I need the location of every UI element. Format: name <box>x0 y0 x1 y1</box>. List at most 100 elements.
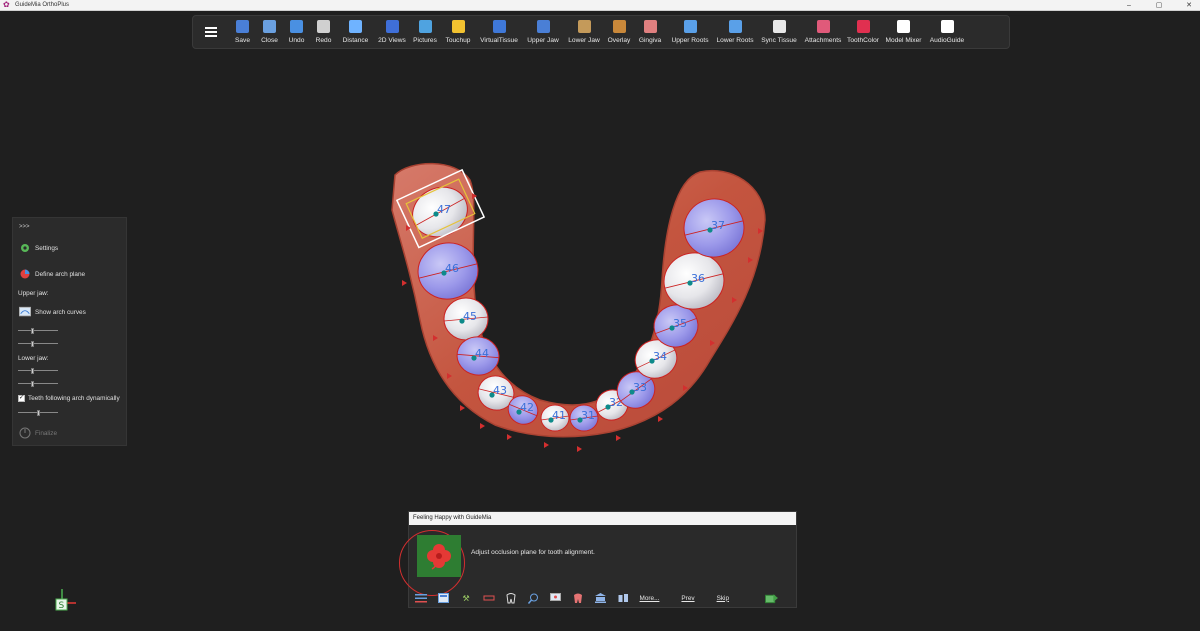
guide-dialog: Feeling Happy with GuideMia Adjust occlu… <box>399 511 797 608</box>
teeth-following-slider[interactable] <box>18 410 58 416</box>
tool-label: AudioGuide <box>929 37 965 44</box>
tool-overlay-button[interactable]: Overlay <box>604 16 634 48</box>
slider-knob[interactable] <box>36 410 40 416</box>
tool-attachments-button[interactable]: Attachments <box>802 16 844 48</box>
clover-image <box>417 535 461 577</box>
tooth-color-icon <box>856 20 870 33</box>
tooth-number-label: 37 <box>711 219 725 232</box>
tool-label: Touchup <box>445 37 471 44</box>
clover-icon <box>427 544 451 570</box>
virtual-tissue-icon <box>492 20 506 33</box>
tools-icon[interactable]: ⚒ <box>460 593 472 604</box>
next-step-icon[interactable] <box>765 593 778 604</box>
tool-virtualtissue-button[interactable]: VirtualTissue <box>476 16 522 48</box>
tooth-number-label: 41 <box>552 409 566 422</box>
expand-panel-button[interactable]: >>> <box>19 224 30 230</box>
tool-label: Lower Roots <box>716 37 754 44</box>
tool-upper-jaw-button[interactable]: Upper Jaw <box>522 16 564 48</box>
tooth-41[interactable]: 41 <box>540 404 570 432</box>
lower-jaw-slider-2[interactable] <box>18 381 58 387</box>
tool-label: Pictures <box>413 37 437 44</box>
search-tooth-icon[interactable] <box>527 593 539 604</box>
tool-undo-button[interactable]: Undo <box>283 16 310 48</box>
tool-pictures-button[interactable]: Pictures <box>410 16 440 48</box>
show-arch-curves-button[interactable]: Show arch curves <box>19 306 86 318</box>
presentation-icon[interactable] <box>550 593 562 604</box>
tool-model-mixer-button[interactable]: Model Mixer <box>882 16 925 48</box>
axis-gizmo-icon: S <box>55 589 76 611</box>
arch-bar-icon[interactable] <box>482 593 495 604</box>
tool-audioguide-button[interactable]: AudioGuide <box>925 16 969 48</box>
institution-icon[interactable] <box>595 593 607 604</box>
tool-sync-tissue-button[interactable]: Sync Tissue <box>756 16 802 48</box>
tool-save-button[interactable]: Save <box>229 16 256 48</box>
upper-jaw-label: Upper jaw: <box>18 290 49 297</box>
tool-label: Attachments <box>804 37 842 44</box>
pictures-icon <box>418 20 432 33</box>
tool-label: Distance <box>342 37 369 44</box>
teeth-following-checkbox[interactable]: ✓ Teeth following arch dynamically <box>18 395 120 402</box>
tooth-45[interactable]: 45 <box>443 297 489 341</box>
arch-curves-icon <box>19 306 31 318</box>
slider-knob[interactable] <box>30 328 34 334</box>
tool-label: Model Mixer <box>885 37 922 44</box>
tool-toothcolor-button[interactable]: ToothColor <box>844 16 882 48</box>
tool-close-button[interactable]: Close <box>256 16 283 48</box>
tooth-number-label: 34 <box>653 350 667 363</box>
tooth-red-icon[interactable] <box>572 593 584 604</box>
tool-label: Upper Roots <box>671 37 709 44</box>
tool-label: Overlay <box>607 37 631 44</box>
gear-icon <box>19 242 31 254</box>
upper-roots-icon <box>683 20 697 33</box>
tool-2d-views-button[interactable]: 2D Views <box>374 16 410 48</box>
tooth-number-label: 36 <box>691 272 705 285</box>
tool-label: 2D Views <box>378 37 406 44</box>
more-link[interactable]: More... <box>640 595 660 602</box>
cube-icon <box>897 20 910 33</box>
slider-knob[interactable] <box>30 341 34 347</box>
tool-touchup-button[interactable]: Touchup <box>440 16 476 48</box>
save-icon <box>236 20 249 33</box>
tool-redo-button[interactable]: Redo <box>310 16 337 48</box>
show-arch-curves-label: Show arch curves <box>35 308 86 316</box>
checkbox-icon[interactable]: ✓ <box>18 395 25 402</box>
upper-jaw-slider-2[interactable] <box>18 341 58 347</box>
tool-lower-jaw-button[interactable]: Lower Jaw <box>564 16 604 48</box>
slider-knob[interactable] <box>30 368 34 374</box>
teeth-following-label: Teeth following arch dynamically <box>28 395 120 402</box>
minimize-icon[interactable]: – <box>1124 0 1134 11</box>
tool-label: Sync Tissue <box>761 37 797 44</box>
tooth-icon[interactable] <box>505 592 517 604</box>
models-icon[interactable] <box>617 593 629 604</box>
hamburger-menu-button[interactable] <box>193 16 229 48</box>
window-title: GuideMia OrthoPlus <box>15 1 70 8</box>
close-window-icon[interactable]: ✕ <box>1184 0 1194 11</box>
power-icon <box>19 427 31 439</box>
finalize-label: Finalize <box>35 429 58 437</box>
ruler-icon <box>349 20 362 33</box>
tool-lower-roots-button[interactable]: Lower Roots <box>714 16 756 48</box>
define-arch-plane-button[interactable]: Define arch plane <box>19 268 85 280</box>
dialog-message: Adjust occlusion plane for tooth alignme… <box>471 549 595 556</box>
attachments-icon <box>816 20 830 33</box>
tool-distance-button[interactable]: Distance <box>337 16 374 48</box>
finalize-button[interactable]: Finalize <box>19 427 57 439</box>
tooth-31[interactable]: 31 <box>569 404 599 432</box>
tool-label: Gingiva <box>638 37 662 44</box>
settings-button[interactable]: Settings <box>19 242 58 254</box>
slider-knob[interactable] <box>30 381 34 387</box>
upper-jaw-slider-1[interactable] <box>18 328 58 334</box>
skip-link[interactable]: Skip <box>717 595 729 602</box>
list-icon[interactable] <box>415 593 428 604</box>
toolbar-tools: Save Close Undo Redo Distance 2D Views Picture… <box>229 16 1009 48</box>
prev-link[interactable]: Prev <box>681 595 694 602</box>
tool-label: Redo <box>315 37 332 44</box>
app-logo-icon: ✿ <box>3 0 10 9</box>
tool-gingiva-button[interactable]: Gingiva <box>634 16 666 48</box>
tool-upper-roots-button[interactable]: Upper Roots <box>666 16 714 48</box>
close-file-icon <box>263 20 276 33</box>
notebook-icon[interactable] <box>437 593 450 604</box>
lower-jaw-slider-1[interactable] <box>18 368 58 374</box>
tool-label: Save <box>234 37 251 44</box>
maximize-icon[interactable]: ▢ <box>1154 0 1164 11</box>
